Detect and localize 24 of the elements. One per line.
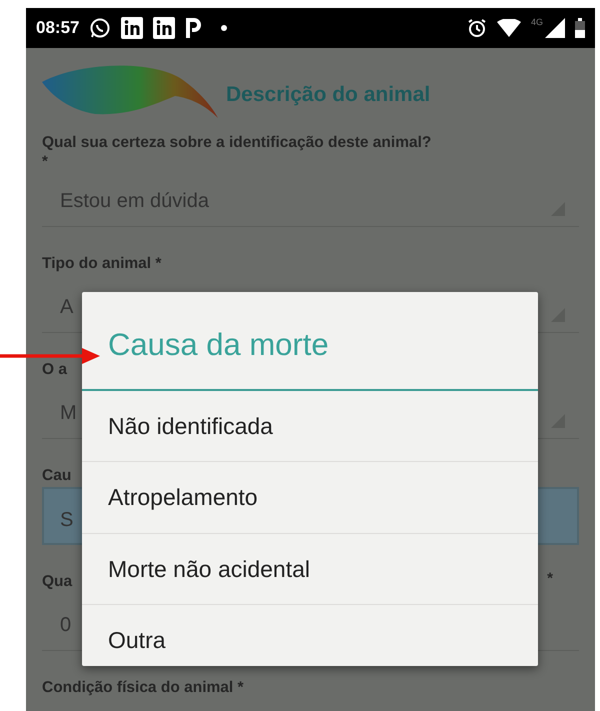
dot-icon bbox=[221, 25, 228, 31]
linkedin-icon bbox=[121, 17, 144, 39]
screen-title: Descrição do animal bbox=[226, 82, 430, 108]
field-label: Cau bbox=[42, 466, 72, 486]
field-label: Qua bbox=[42, 572, 72, 592]
dialog-option[interactable]: Atropelamento bbox=[82, 462, 538, 534]
wifi-icon bbox=[496, 19, 521, 37]
dialog-option[interactable]: Outra bbox=[82, 605, 538, 676]
network-type: 4G bbox=[530, 16, 543, 29]
field-label: O a bbox=[42, 360, 67, 380]
required-mark: * bbox=[547, 571, 553, 589]
dialog-option[interactable]: Não identificada bbox=[82, 390, 538, 462]
p-letter-icon bbox=[185, 18, 202, 38]
dialog-option[interactable]: Morte não acidental bbox=[82, 534, 538, 605]
linkedin-icon bbox=[153, 17, 176, 39]
chat-icon bbox=[89, 17, 112, 39]
required-mark: * bbox=[42, 153, 48, 170]
field-label: Condição física do animal * bbox=[42, 678, 244, 698]
field-label: Qual sua certeza sobre a identificação deste animal? bbox=[42, 133, 432, 153]
battery-icon bbox=[575, 18, 585, 38]
field-label: Tipo do animal * bbox=[42, 254, 162, 274]
signal-icon bbox=[545, 18, 565, 38]
clock-time: 08:57 bbox=[36, 17, 80, 40]
alarm-clock-icon bbox=[466, 18, 487, 38]
